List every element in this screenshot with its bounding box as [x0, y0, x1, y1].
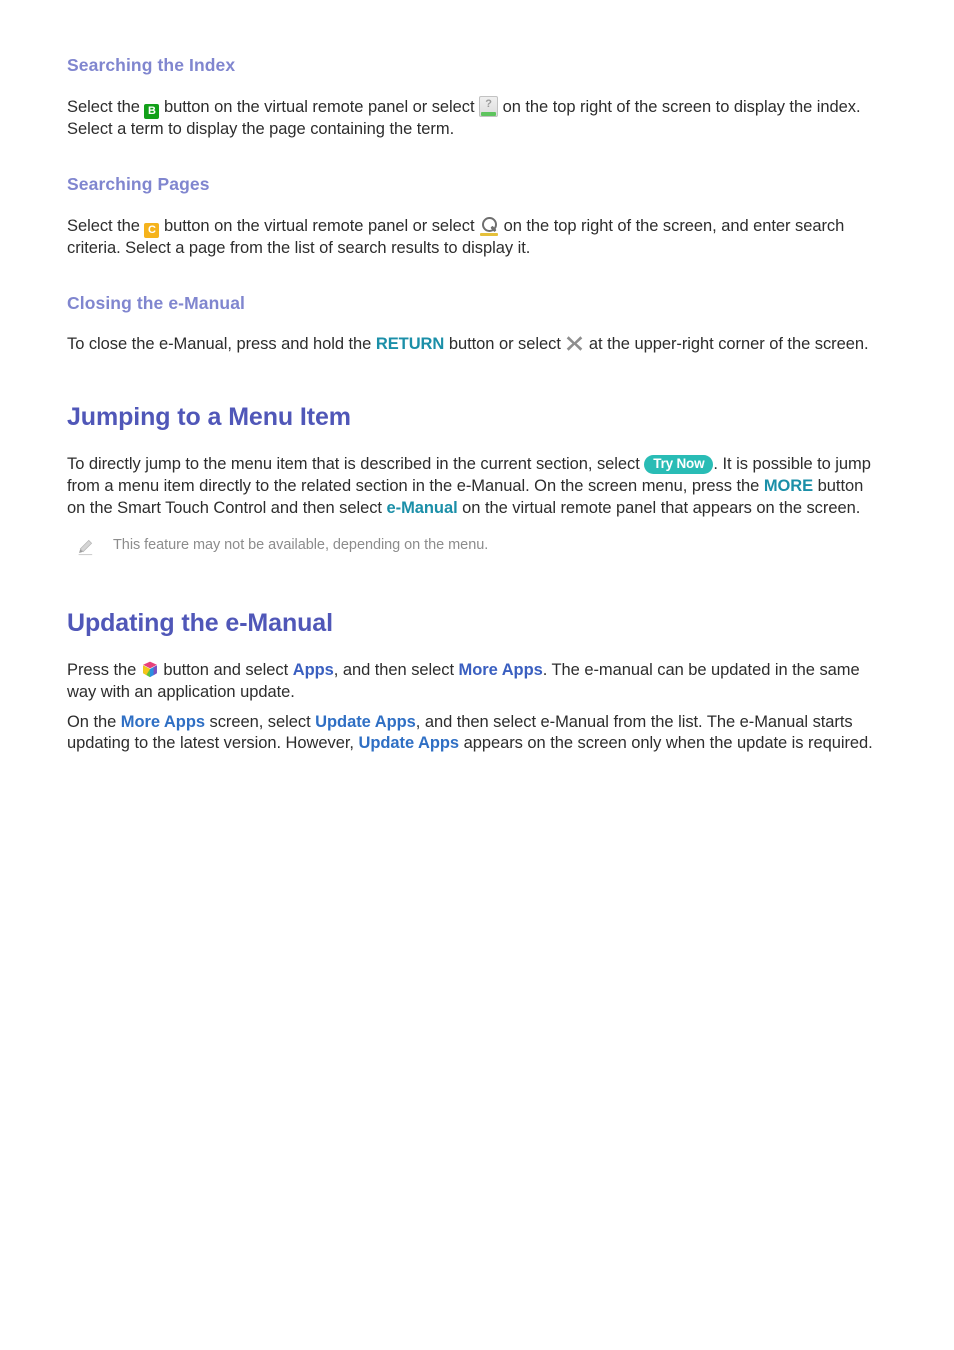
text-fragment: To close the e-Manual, press and hold th…	[67, 334, 376, 353]
search-icon	[479, 215, 499, 236]
update-apps-reference-2: Update Apps	[358, 734, 460, 753]
search-icon-bar	[480, 232, 499, 236]
paragraph-updating-p2: On the More Apps screen, select Update A…	[67, 712, 886, 756]
try-now-badge[interactable]: Try Now	[644, 454, 714, 474]
heading-searching-the-index: Searching the Index	[67, 55, 236, 75]
color-button-c-icon: C	[144, 222, 160, 238]
section-searching-pages: Searching Pages Select the C button on t…	[67, 174, 886, 260]
document-page: Searching the Index Select the B button …	[0, 0, 954, 1350]
text-fragment: screen, select	[204, 712, 316, 731]
more-apps-reference: More Apps	[458, 660, 543, 679]
text-fragment: button and select	[158, 660, 293, 679]
index-icon-bar	[481, 112, 497, 116]
return-button-reference: RETURN	[375, 334, 445, 353]
section-closing-the-e-manual: Closing the e-Manual To close the e-Manu…	[67, 293, 886, 356]
paragraph-jumping-to-a-menu-item: To directly jump to the menu item that i…	[67, 454, 886, 520]
paragraph-searching-pages: Select the C button on the virtual remot…	[67, 215, 886, 260]
text-fragment: To directly jump to the menu item that i…	[67, 454, 645, 473]
paragraph-updating-p1: Press the button and select Apps, and th…	[67, 659, 886, 704]
paragraph-closing-the-e-manual: To close the e-Manual, press and hold th…	[67, 334, 886, 356]
heading-searching-pages: Searching Pages	[67, 173, 210, 194]
e-manual-reference: e-Manual	[386, 498, 458, 517]
smart-hub-apps-icon	[141, 659, 159, 679]
pencil-note-icon	[77, 539, 94, 556]
paragraph-searching-the-index: Select the B button on the virtual remot…	[67, 96, 886, 141]
text-fragment: button on the virtual remote panel or se…	[159, 216, 480, 235]
text-fragment: On the	[67, 712, 121, 731]
text-fragment: on the virtual remote panel that appears…	[457, 498, 861, 517]
text-fragment: button on the virtual remote panel or se…	[159, 98, 480, 116]
section-jumping-to-a-menu-item: Jumping to a Menu Item To directly jump …	[67, 402, 886, 556]
close-icon	[565, 334, 584, 353]
text-fragment: at the upper-right corner of the screen.	[584, 334, 869, 353]
apps-reference: Apps	[292, 660, 334, 679]
more-button-reference: MORE	[763, 476, 814, 495]
update-apps-reference: Update Apps	[315, 712, 416, 731]
text-fragment: Press the	[67, 660, 141, 679]
heading-closing-the-e-manual: Closing the e-Manual	[67, 292, 245, 313]
note-row: This feature may not be available, depen…	[77, 536, 886, 556]
section-updating-the-e-manual: Updating the e-Manual Press the button a…	[67, 608, 886, 756]
color-button-b-icon: B	[144, 104, 160, 119]
more-apps-reference-2: More Apps	[120, 712, 205, 731]
index-icon: ?	[479, 96, 499, 117]
text-fragment: appears on the screen only when the upda…	[459, 734, 873, 753]
section-searching-the-index: Searching the Index Select the B button …	[67, 55, 886, 141]
text-fragment: button or select	[444, 334, 566, 353]
heading-jumping-to-a-menu-item: Jumping to a Menu Item	[67, 402, 351, 431]
text-fragment: Select the	[67, 98, 145, 116]
text-fragment: , and then select	[333, 660, 459, 679]
index-icon-glyph: ?	[485, 98, 492, 110]
note-text: This feature may not be available, depen…	[113, 536, 489, 553]
text-fragment: Select the	[67, 216, 145, 235]
heading-updating-the-e-manual: Updating the e-Manual	[67, 608, 333, 637]
